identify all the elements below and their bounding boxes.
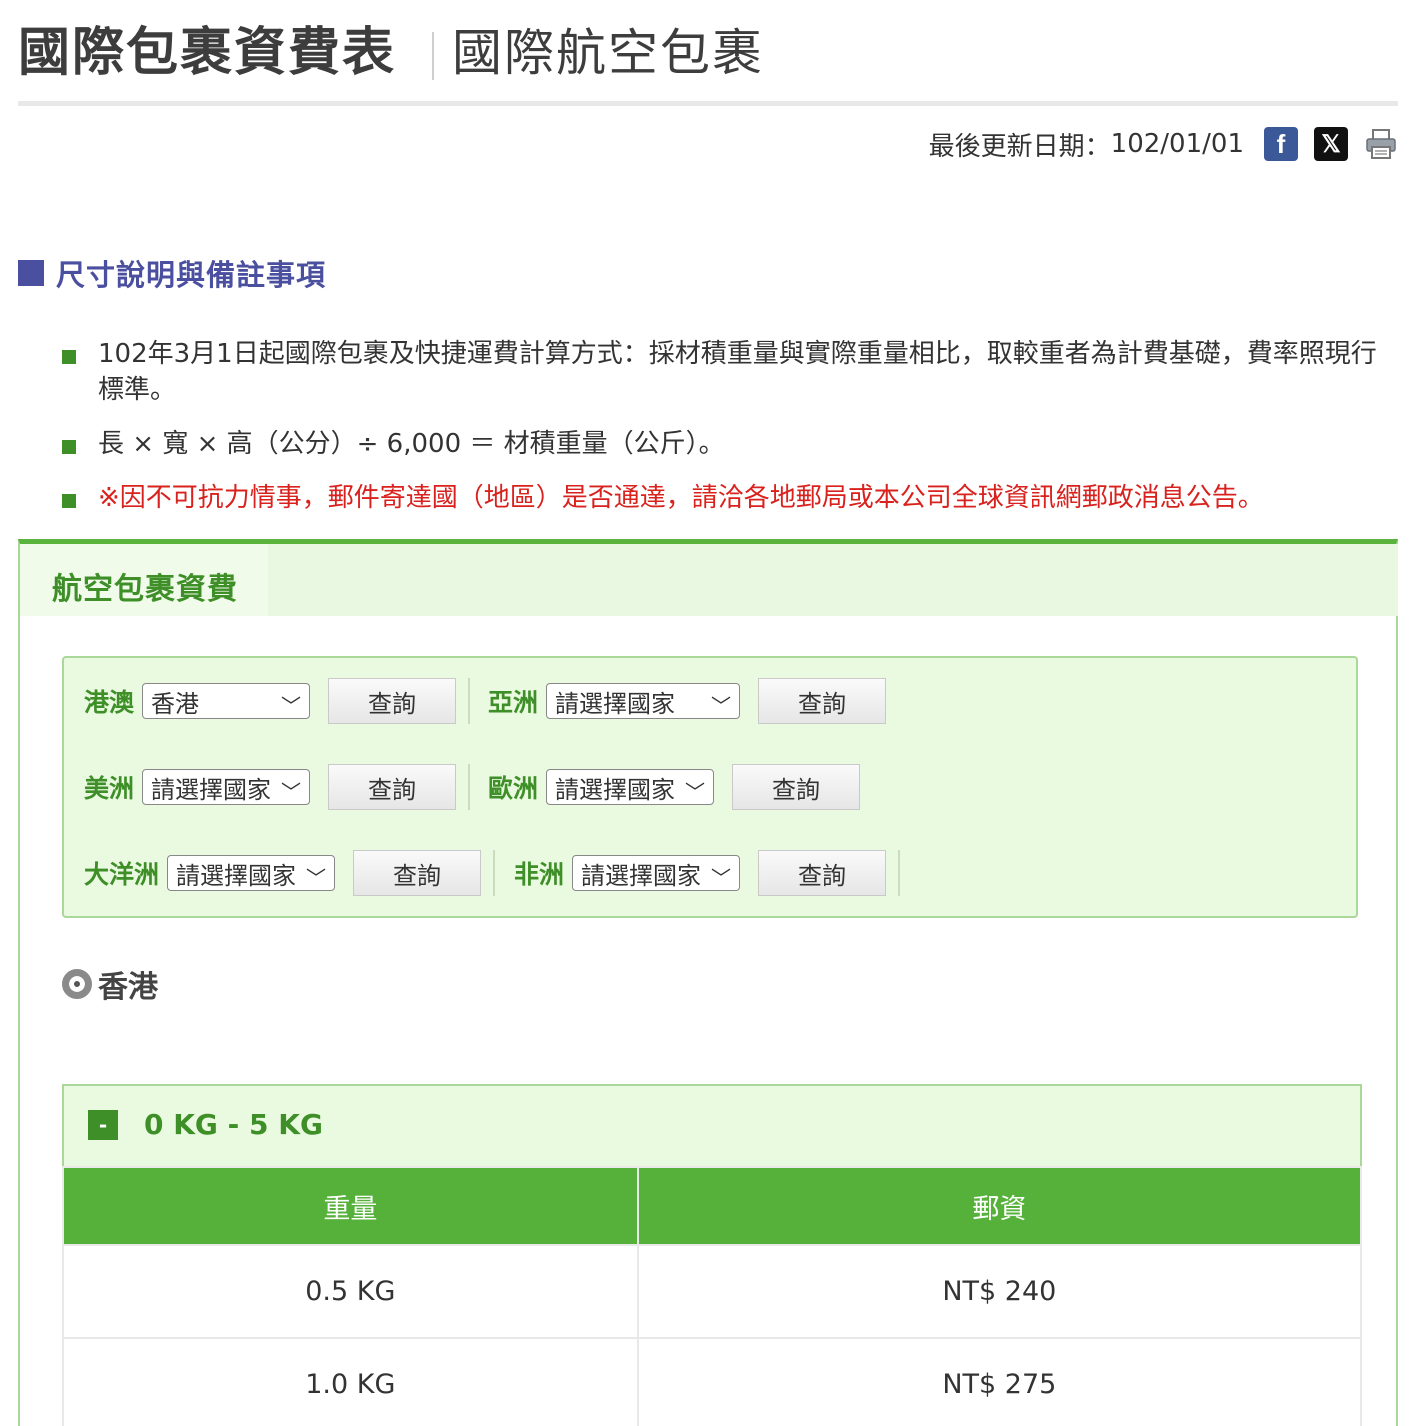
chevron-down-icon: ﹀ — [281, 780, 302, 804]
region-group-oceania: 大洋洲 請選擇國家 ﹀ 查詢 — [84, 850, 496, 896]
rates-panel: 航空包裹資費 港澳 香港 ﹀ 查詢 亞洲 請選擇國家 ﹀ 查詢 美洲 請選擇國家 — [18, 539, 1398, 1426]
select-value: 請選擇國家 — [581, 861, 702, 890]
tab-air-parcel-rates[interactable]: 航空包裹資費 — [20, 544, 268, 616]
bullet-icon — [62, 494, 76, 508]
notes-section-title: 尺寸說明與備註事項 — [56, 258, 327, 292]
region-label: 美洲 — [84, 774, 135, 803]
query-button[interactable]: 查詢 — [732, 764, 861, 810]
country-select[interactable]: 請選擇國家 ﹀ — [546, 683, 741, 719]
chevron-down-icon: ﹀ — [306, 866, 327, 890]
region-label: 港澳 — [84, 688, 135, 717]
chevron-down-icon: ﹀ — [685, 780, 706, 804]
notes-list: 102年3月1日起國際包裹及快捷運費計算方式：採材積重量與實際重量相比，取較重者… — [62, 336, 1392, 534]
region-group-africa: 非洲 請選擇國家 ﹀ 查詢 — [514, 850, 901, 896]
weight-cell: 0.5 KG — [62, 1244, 639, 1339]
select-value: 請選擇國家 — [555, 775, 676, 804]
query-button[interactable]: 查詢 — [758, 850, 887, 896]
page-header: 國際包裹資費表 國際航空包裹 — [18, 14, 1398, 106]
bullet-icon — [62, 350, 76, 364]
table-row: 0.5 KG NT$ 240 — [62, 1244, 1363, 1339]
country-select[interactable]: 請選擇國家 ﹀ — [546, 769, 715, 805]
selected-country-name: 香港 — [98, 970, 158, 1005]
country-select[interactable]: 請選擇國家 ﹀ — [572, 855, 741, 891]
update-date: 102/01/01 — [1110, 129, 1244, 159]
divider — [468, 678, 471, 724]
square-marker-icon — [18, 260, 44, 286]
region-group-americas: 美洲 請選擇國家 ﹀ 查詢 — [84, 764, 471, 810]
page-subtitle: 國際航空包裹 — [452, 24, 764, 82]
country-search-box: 港澳 香港 ﹀ 查詢 亞洲 請選擇國家 ﹀ 查詢 美洲 請選擇國家 ﹀ 查詢 歐… — [62, 656, 1358, 918]
note-item: 102年3月1日起國際包裹及快捷運費計算方式：採材積重量與實際重量相比，取較重者… — [62, 336, 1392, 408]
country-select[interactable]: 請選擇國家 ﹀ — [167, 855, 336, 891]
notes-section-heading: 尺寸說明與備註事項 — [18, 252, 326, 294]
region-label: 亞洲 — [488, 688, 539, 717]
radio-icon — [62, 969, 92, 999]
region-label: 歐洲 — [488, 774, 539, 803]
title-divider — [432, 32, 434, 80]
note-text: 102年3月1日起國際包裹及快捷運費計算方式：採材積重量與實際重量相比，取較重者… — [98, 339, 1377, 405]
tab-label: 航空包裹資費 — [52, 572, 238, 607]
note-item-warning: ※因不可抗力情事，郵件寄達國（地區）是否通達，請洽各地郵局或本公司全球資訊網郵政… — [62, 480, 1392, 516]
note-text: ※因不可抗力情事，郵件寄達國（地區）是否通達，請洽各地郵局或本公司全球資訊網郵政… — [98, 483, 1264, 513]
chevron-down-icon: ﹀ — [711, 694, 732, 718]
x-icon[interactable]: 𝕏 — [1314, 127, 1348, 161]
note-item: 長 × 寬 × 高（公分）÷ 6,000 ＝ 材積重量（公斤）。 — [62, 426, 1392, 462]
facebook-icon[interactable]: f — [1264, 127, 1298, 161]
weight-cell: 1.0 KG — [62, 1337, 639, 1426]
region-group-europe: 歐洲 請選擇國家 ﹀ 查詢 — [488, 764, 861, 810]
update-label: 最後更新日期： — [928, 131, 1111, 162]
print-icon[interactable] — [1364, 127, 1398, 161]
query-button[interactable]: 查詢 — [328, 678, 457, 724]
page-title: 國際包裹資費表 — [18, 23, 397, 83]
query-button[interactable]: 查詢 — [758, 678, 887, 724]
region-group-hk-macau: 港澳 香港 ﹀ 查詢 — [84, 678, 471, 724]
select-value: 請選擇國家 — [151, 775, 272, 804]
selected-country-heading: 香港 — [62, 962, 158, 1006]
weight-range-label: 0 KG - 5 KG — [144, 1108, 323, 1141]
table-header-row: 重量 郵資 — [62, 1166, 1363, 1246]
column-header-postage: 郵資 — [636, 1166, 1363, 1246]
select-value: 請選擇國家 — [555, 689, 676, 718]
country-select[interactable]: 請選擇國家 ﹀ — [142, 769, 311, 805]
select-value: 香港 — [151, 689, 200, 718]
country-select[interactable]: 香港 ﹀ — [142, 683, 311, 719]
region-label: 大洋洲 — [84, 860, 160, 889]
bullet-icon — [62, 440, 76, 454]
table-row: 1.0 KG NT$ 275 — [62, 1337, 1363, 1426]
note-text: 長 × 寬 × 高（公分）÷ 6,000 ＝ 材積重量（公斤）。 — [98, 429, 725, 459]
postage-cell: NT$ 240 — [636, 1244, 1363, 1339]
query-button[interactable]: 查詢 — [328, 764, 457, 810]
tab-bar — [268, 544, 1398, 616]
update-row: 最後更新日期： 102/01/01 f 𝕏 — [929, 124, 1398, 164]
divider — [468, 764, 471, 810]
region-group-asia: 亞洲 請選擇國家 ﹀ 查詢 — [488, 678, 887, 724]
column-header-weight: 重量 — [62, 1166, 639, 1246]
rates-table: 重量 郵資 0.5 KG NT$ 240 1.0 KG NT$ 275 — [62, 1166, 1363, 1426]
chevron-down-icon: ﹀ — [711, 866, 732, 890]
region-label: 非洲 — [514, 860, 565, 889]
weight-range-header[interactable]: - 0 KG - 5 KG — [62, 1084, 1362, 1166]
query-button[interactable]: 查詢 — [353, 850, 482, 896]
postage-cell: NT$ 275 — [636, 1337, 1363, 1426]
divider — [898, 850, 901, 896]
select-value: 請選擇國家 — [176, 861, 297, 890]
chevron-down-icon: ﹀ — [281, 694, 302, 718]
divider — [493, 850, 496, 896]
minus-icon[interactable]: - — [88, 1110, 118, 1140]
